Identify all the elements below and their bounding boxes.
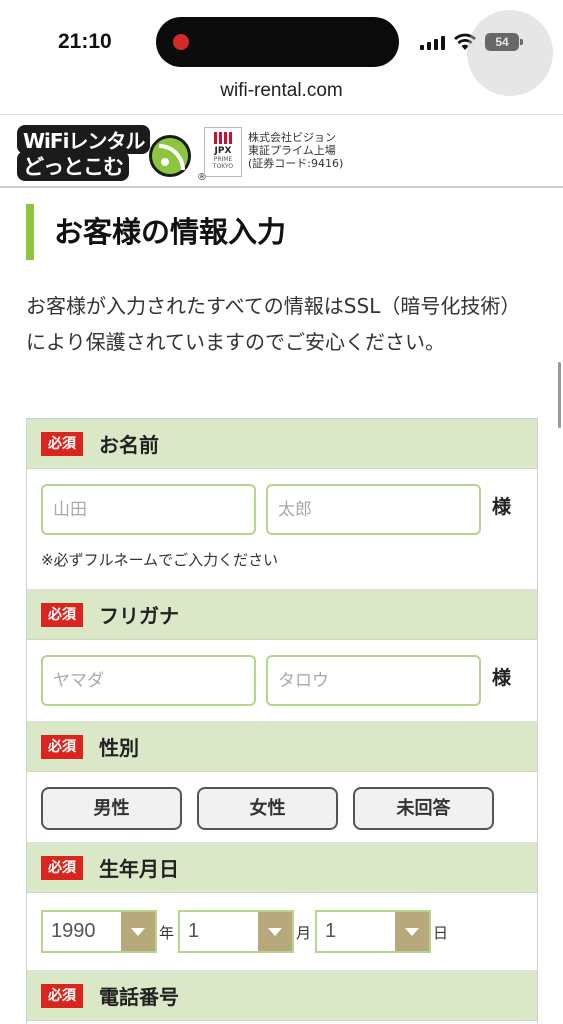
jpx-label: JPX	[214, 146, 232, 156]
chevron-down-icon	[395, 912, 429, 951]
chevron-down-icon	[258, 912, 292, 951]
url-bar[interactable]: wifi-rental.com	[0, 80, 563, 114]
birth-day-value: 1	[325, 920, 337, 942]
birth-year-value: 1990	[51, 920, 96, 942]
required-badge: 必須	[41, 734, 83, 759]
birth-month-select[interactable]: 1	[178, 910, 294, 953]
company-info: 株式会社ビジョン 東証プライム上場 (証券コード:9416)	[248, 131, 343, 170]
first-name-kana-input[interactable]	[266, 655, 481, 706]
year-unit: 年	[159, 924, 175, 942]
last-name-input[interactable]	[41, 484, 256, 535]
section-body-furigana: 様	[27, 640, 537, 722]
required-badge: 必須	[41, 602, 83, 627]
recording-dot-icon	[173, 34, 189, 50]
section-header-birthday: 必須 生年月日	[27, 843, 537, 893]
company-listing: 東証プライム上場	[248, 144, 336, 157]
page-scrollbar[interactable]	[558, 362, 561, 428]
customer-info-form: 必須 お名前 様 ※必ずフルネームでご入力ください 必須 フリガナ 様 必須 性…	[26, 418, 538, 1024]
birth-year-select[interactable]: 1990	[41, 910, 157, 953]
birth-month-value: 1	[188, 920, 200, 942]
site-header: WiFiレンタル どっとこむ ® JPX PRIME TOKYO 株式会社ビジョ…	[0, 114, 563, 188]
section-body-name: 様 ※必ずフルネームでご入力ください	[27, 469, 537, 590]
company-code: (証券コード:9416)	[248, 157, 344, 170]
furigana-suffix: 様	[492, 667, 512, 689]
logo-text-line1: WiFiレンタル	[17, 125, 151, 154]
jpx-logo: JPX PRIME TOKYO	[204, 127, 242, 177]
status-bar: 21:10 54	[0, 0, 563, 96]
intro-text: お客様が入力されたすべての情報はSSL（暗号化技術）により保護されていますのでご…	[26, 294, 521, 354]
section-header-phone: 必須 電話番号	[27, 971, 537, 1021]
birth-day-select[interactable]: 1	[315, 910, 431, 953]
dynamic-island	[156, 17, 399, 67]
name-note: ※必ずフルネームでご入力ください	[41, 551, 279, 569]
section-body-birthday: 1990 年 1 月 1 日	[27, 893, 537, 971]
section-header-furigana: 必須 フリガナ	[27, 590, 537, 640]
required-badge: 必須	[41, 431, 83, 456]
section-label-furigana: フリガナ	[99, 604, 179, 628]
wifi-logo-icon	[149, 135, 191, 177]
section-header-gender: 必須 性別	[27, 722, 537, 772]
company-name: 株式会社ビジョン	[248, 131, 336, 144]
last-name-kana-input[interactable]	[41, 655, 256, 706]
gender-male-button[interactable]: 男性	[41, 787, 182, 830]
chevron-down-icon	[121, 912, 155, 951]
required-badge: 必須	[41, 983, 83, 1008]
logo-text-line2: どっとこむ	[17, 151, 129, 181]
day-unit: 日	[433, 924, 449, 942]
section-label-birthday: 生年月日	[99, 857, 179, 881]
site-logo[interactable]: WiFiレンタル どっとこむ ®	[17, 123, 207, 183]
section-label-gender: 性別	[99, 736, 139, 760]
required-badge: 必須	[41, 855, 83, 880]
name-suffix: 様	[492, 496, 512, 518]
first-name-input[interactable]	[266, 484, 481, 535]
month-unit: 月	[296, 924, 312, 942]
cellular-signal-icon	[420, 36, 445, 50]
section-label-phone: 電話番号	[99, 985, 179, 1009]
jpx-sub: PRIME TOKYO	[212, 156, 234, 170]
gender-unanswered-button[interactable]: 未回答	[353, 787, 494, 830]
section-header-name: 必須 お名前	[27, 419, 537, 469]
gender-female-button[interactable]: 女性	[197, 787, 338, 830]
page-title: お客様の情報入力	[26, 204, 286, 260]
status-time: 21:10	[58, 30, 112, 53]
section-body-gender: 男性 女性 未回答	[27, 772, 537, 843]
section-label-name: お名前	[99, 433, 159, 457]
